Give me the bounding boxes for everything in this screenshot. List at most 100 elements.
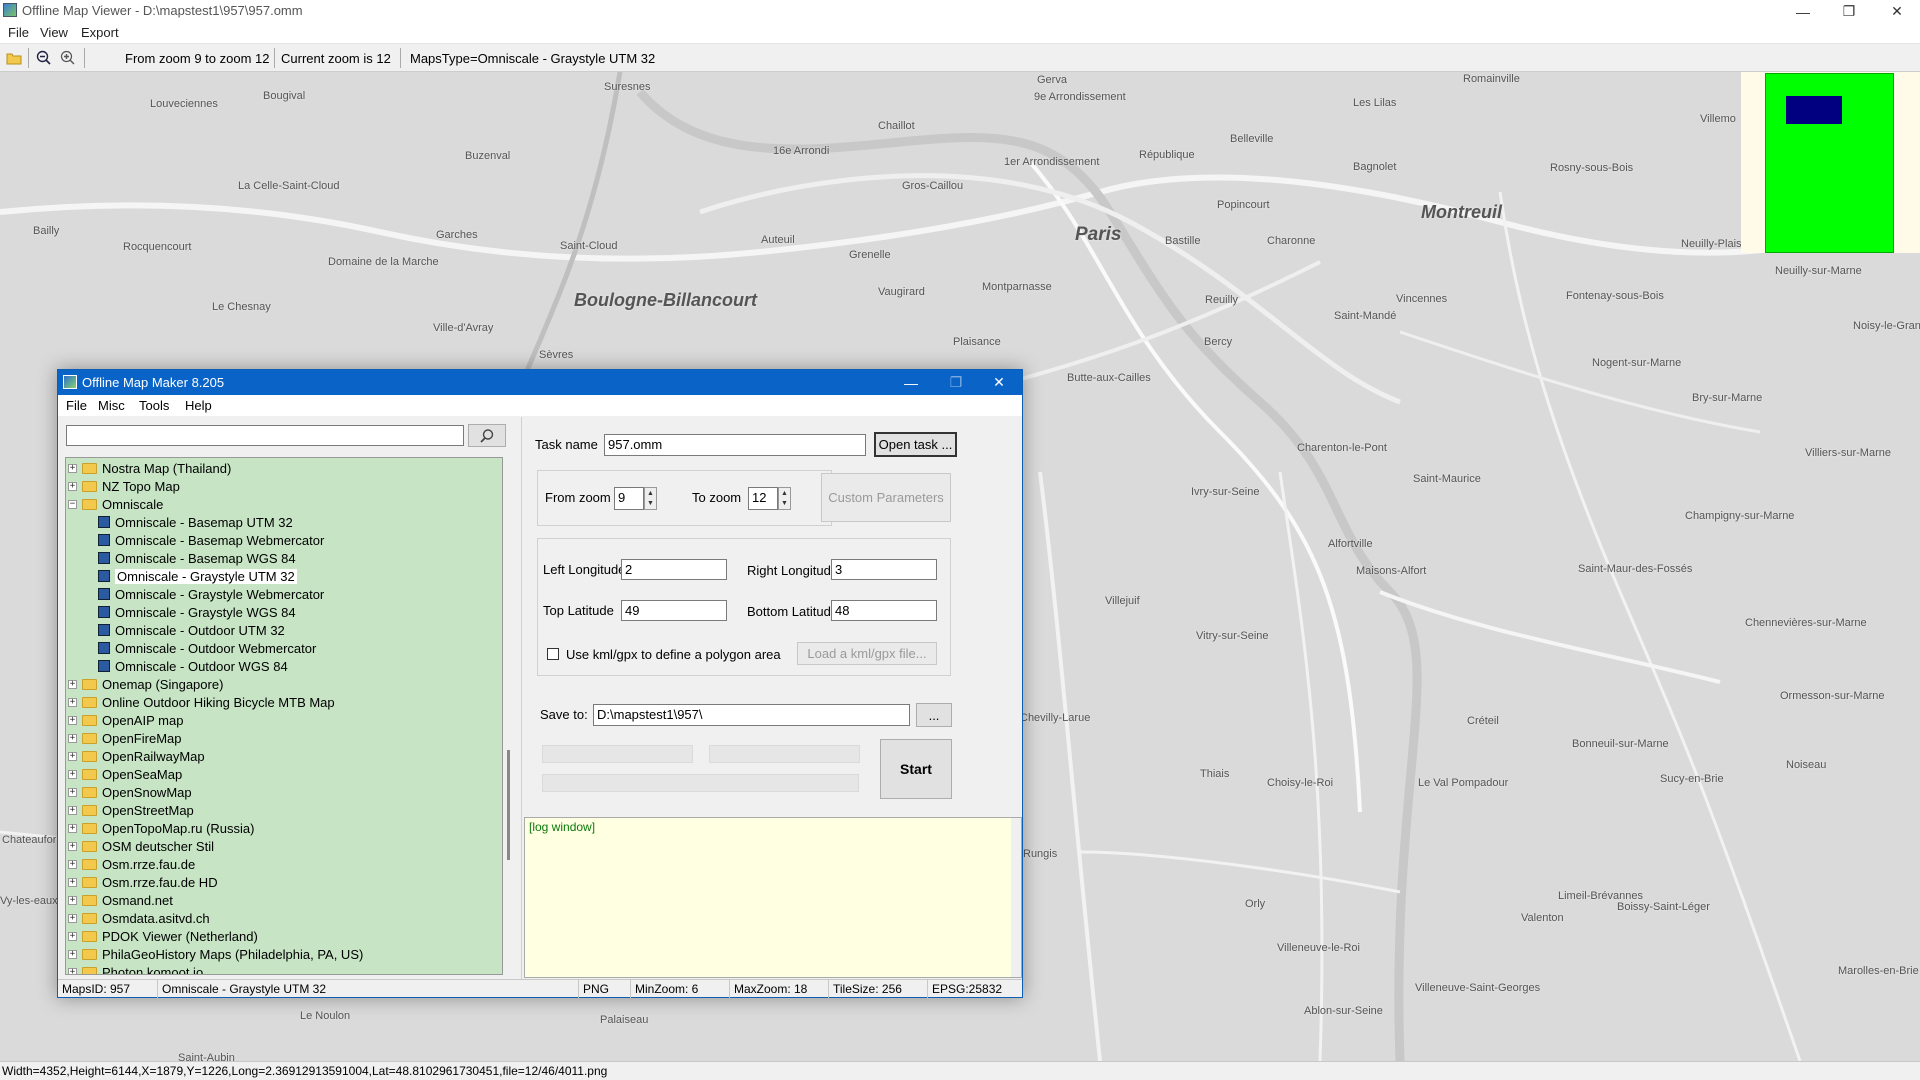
right-longitude-input[interactable]: 3 bbox=[831, 559, 937, 580]
expand-icon[interactable]: + bbox=[68, 715, 77, 725]
map-label: Chaillot bbox=[878, 120, 915, 132]
tree-folder-item[interactable]: + OpenSeaMap bbox=[68, 765, 182, 783]
tree-folder-item[interactable]: + OpenSnowMap bbox=[68, 783, 192, 801]
load-kml-button[interactable]: Load a kml/gpx file... bbox=[797, 642, 937, 665]
expand-icon[interactable]: + bbox=[68, 751, 77, 761]
overview-viewport[interactable] bbox=[1786, 96, 1842, 124]
expand-icon[interactable]: + bbox=[68, 967, 77, 974]
tree-map-item[interactable]: Omniscale - Basemap WGS 84 bbox=[98, 549, 296, 567]
tree-map-item[interactable]: Omniscale - Graystyle Webmercator bbox=[98, 585, 324, 603]
use-kml-checkbox[interactable] bbox=[547, 648, 559, 660]
expand-icon[interactable]: + bbox=[68, 913, 77, 923]
from-zoom-input[interactable]: 9 bbox=[614, 487, 644, 510]
search-button[interactable] bbox=[468, 424, 506, 447]
log-text: [log window] bbox=[529, 820, 596, 834]
expand-icon[interactable]: + bbox=[68, 769, 77, 779]
tree-folder-item[interactable]: + OpenStreetMap bbox=[68, 801, 194, 819]
dialog-minimize-button[interactable]: — bbox=[888, 370, 934, 395]
expand-icon[interactable]: + bbox=[68, 859, 77, 869]
tree-map-item[interactable]: Omniscale - Basemap Webmercator bbox=[98, 531, 324, 549]
map-label: Popincourt bbox=[1217, 199, 1270, 211]
tree-folder-item[interactable]: + OpenRailwayMap bbox=[68, 747, 205, 765]
tree-map-item[interactable]: Omniscale - Basemap UTM 32 bbox=[98, 513, 293, 531]
tree-item-label: Omniscale - Outdoor Webmercator bbox=[115, 640, 317, 656]
map-label: Palaiseau bbox=[600, 1014, 649, 1026]
tree-folder-item[interactable]: + Online Outdoor Hiking Bicycle MTB Map bbox=[68, 693, 335, 711]
tree-folder-item[interactable]: + OpenAIP map bbox=[68, 711, 183, 729]
tree-search-input[interactable] bbox=[66, 425, 464, 446]
expand-icon[interactable]: + bbox=[68, 697, 77, 707]
tree-folder-item[interactable]: + Osmand.net bbox=[68, 891, 173, 909]
left-longitude-input[interactable]: 2 bbox=[621, 559, 727, 580]
top-latitude-input[interactable]: 49 bbox=[621, 600, 727, 621]
to-zoom-input[interactable]: 12 bbox=[748, 487, 778, 510]
expand-icon[interactable]: + bbox=[68, 931, 77, 941]
expand-icon[interactable]: + bbox=[68, 805, 77, 815]
tree-folder-item[interactable]: + PhilaGeoHistory Maps (Philadelphia, PA,… bbox=[68, 945, 363, 963]
browse-button[interactable]: ... bbox=[916, 703, 952, 727]
zoom-in-icon[interactable] bbox=[59, 49, 77, 67]
tree-folder-item[interactable]: + Osm.rrze.fau.de HD bbox=[68, 873, 218, 891]
dialog-menu-file[interactable]: File bbox=[66, 398, 87, 413]
tree-folder-item[interactable]: + PDOK Viewer (Netherland) bbox=[68, 927, 258, 945]
expand-icon[interactable]: + bbox=[68, 841, 77, 851]
start-button[interactable]: Start bbox=[880, 739, 952, 799]
zoom-out-icon[interactable] bbox=[35, 49, 53, 67]
dialog-close-button[interactable]: ✕ bbox=[976, 370, 1022, 395]
tree-map-item[interactable]: Omniscale - Outdoor Webmercator bbox=[98, 639, 316, 657]
tree-map-item[interactable]: Omniscale - Outdoor UTM 32 bbox=[98, 621, 285, 639]
tree-scrollbar[interactable] bbox=[504, 457, 514, 975]
expand-icon[interactable]: + bbox=[68, 679, 77, 689]
expand-icon[interactable]: + bbox=[68, 895, 77, 905]
tree-map-item[interactable]: Omniscale - Graystyle WGS 84 bbox=[98, 603, 296, 621]
tree-folder-item[interactable]: + NZ Topo Map bbox=[68, 477, 180, 495]
expand-icon[interactable]: + bbox=[68, 733, 77, 743]
dialog-menu-tools[interactable]: Tools bbox=[139, 398, 169, 413]
tree-folder-item[interactable]: + OSM deutscher Stil bbox=[68, 837, 214, 855]
log-scrollbar[interactable] bbox=[1011, 818, 1021, 977]
maximize-button[interactable]: ❐ bbox=[1826, 0, 1872, 23]
log-window[interactable]: [log window] bbox=[524, 817, 1022, 978]
open-task-button[interactable]: Open task ... bbox=[874, 432, 957, 457]
tree-folder-item[interactable]: + Osmdata.asitvd.ch bbox=[68, 909, 210, 927]
tree-scrollbar-thumb[interactable] bbox=[507, 750, 510, 860]
minimize-button[interactable]: — bbox=[1780, 0, 1826, 23]
map-label: Ivry-sur-Seine bbox=[1191, 486, 1260, 498]
close-button[interactable]: ✕ bbox=[1874, 0, 1920, 23]
tree-item-label: Online Outdoor Hiking Bicycle MTB Map bbox=[102, 694, 335, 710]
map-label: 1er Arrondissement bbox=[1004, 156, 1100, 168]
open-folder-icon[interactable] bbox=[5, 49, 23, 67]
map-tile-icon bbox=[98, 570, 110, 582]
tree-folder-item[interactable]: + Onemap (Singapore) bbox=[68, 675, 223, 693]
tree-map-item[interactable]: Omniscale - Graystyle UTM 32 bbox=[98, 567, 297, 585]
collapse-icon[interactable]: − bbox=[68, 499, 77, 509]
map-source-tree[interactable]: + Nostra Map (Thailand) + NZ Topo Map − Omnis… bbox=[65, 457, 503, 975]
expand-icon[interactable]: + bbox=[68, 787, 77, 797]
app-icon bbox=[3, 3, 17, 17]
expand-icon[interactable]: + bbox=[68, 823, 77, 833]
expand-icon[interactable]: + bbox=[68, 481, 77, 491]
tree-map-item[interactable]: Omniscale - Outdoor WGS 84 bbox=[98, 657, 288, 675]
expand-icon[interactable]: + bbox=[68, 463, 77, 473]
dialog-menu-help[interactable]: Help bbox=[185, 398, 212, 413]
tree-folder-item[interactable]: + OpenTopoMap.ru (Russia) bbox=[68, 819, 254, 837]
dialog-menu-misc[interactable]: Misc bbox=[98, 398, 125, 413]
to-zoom-spinner[interactable]: ▲ ▼ bbox=[778, 487, 791, 510]
tree-folder-item[interactable]: + Photon.komoot.io bbox=[68, 963, 203, 974]
from-zoom-spinner[interactable]: ▲ ▼ bbox=[644, 487, 657, 510]
custom-parameters-button[interactable]: Custom Parameters bbox=[821, 473, 951, 522]
tree-folder-item[interactable]: + OpenFireMap bbox=[68, 729, 181, 747]
expand-icon[interactable]: + bbox=[68, 877, 77, 887]
save-path-input[interactable]: D:\mapstest1\957\ bbox=[593, 704, 910, 726]
expand-icon[interactable]: + bbox=[68, 949, 77, 959]
bottom-latitude-input[interactable]: 48 bbox=[831, 600, 937, 621]
right-longitude-label: Right Longitude bbox=[747, 563, 839, 578]
tree-item-label: OpenSnowMap bbox=[102, 784, 192, 800]
menu-file[interactable]: File bbox=[8, 25, 29, 40]
tree-folder-item[interactable]: + Nostra Map (Thailand) bbox=[68, 459, 231, 477]
menu-view[interactable]: View bbox=[40, 25, 68, 40]
tree-folder-item[interactable]: − Omniscale bbox=[68, 495, 163, 513]
menu-export[interactable]: Export bbox=[81, 25, 119, 40]
tree-folder-item[interactable]: + Osm.rrze.fau.de bbox=[68, 855, 195, 873]
task-name-input[interactable]: 957.omm bbox=[604, 434, 866, 456]
